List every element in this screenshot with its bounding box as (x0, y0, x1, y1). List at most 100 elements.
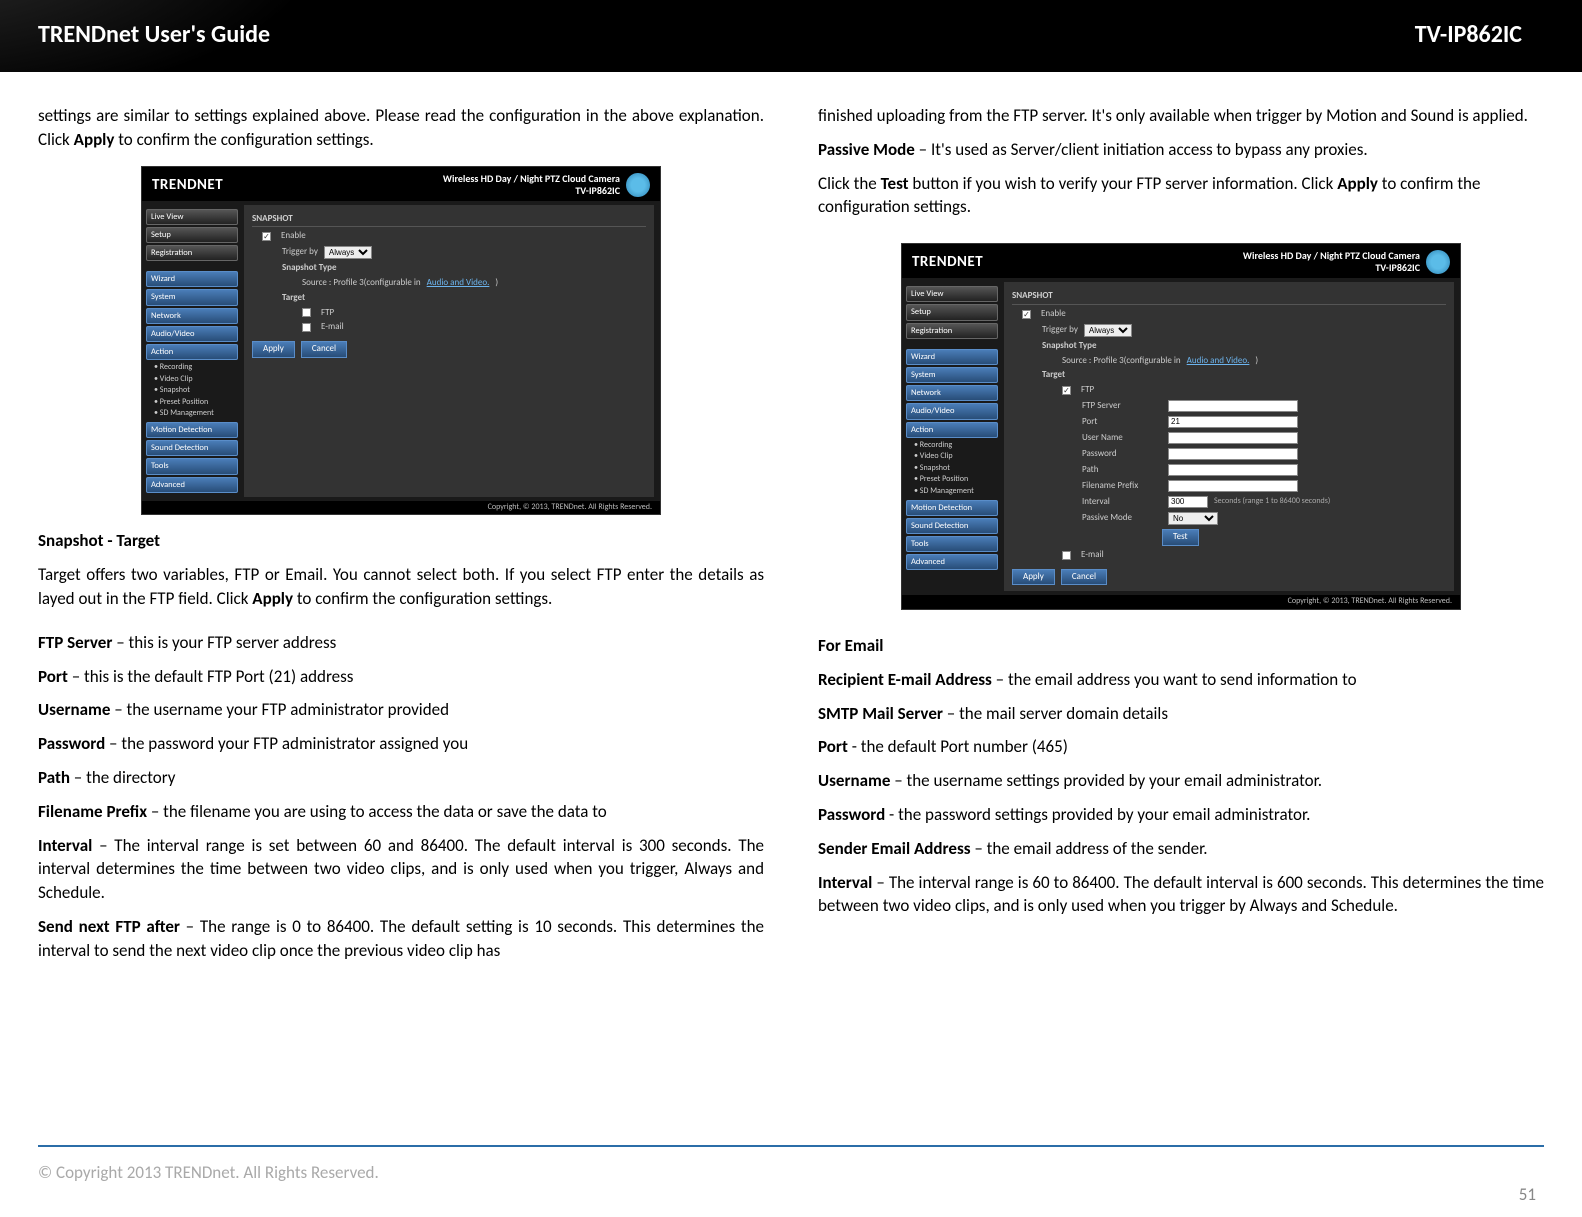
nav-audio-video[interactable]: Audio/Video (906, 403, 998, 419)
nav-sub-videoclip[interactable]: • Video Clip (146, 374, 238, 386)
def-val: – the username your FTP administrator pr… (110, 699, 449, 720)
password-input[interactable] (1168, 448, 1298, 460)
def-val: – the filename you are using to access t… (147, 801, 607, 822)
def-key: Filename Prefix (38, 801, 147, 822)
nav-system[interactable]: System (906, 367, 998, 383)
nav-live-view[interactable]: Live View (906, 286, 998, 302)
nav-wizard[interactable]: Wizard (906, 349, 998, 365)
prefix-input[interactable] (1168, 480, 1298, 492)
def-key: SMTP Mail Server (818, 703, 943, 724)
nav-action[interactable]: Action (146, 344, 238, 360)
cancel-button[interactable]: Cancel (1061, 569, 1107, 586)
nav-sub-snapshot[interactable]: • Snapshot (906, 463, 998, 475)
passive-select[interactable]: No (1168, 512, 1218, 525)
footer-separator (38, 1145, 1544, 1147)
nav-sound[interactable]: Sound Detection (906, 518, 998, 534)
enable-checkbox[interactable] (1022, 310, 1031, 319)
screenshot-footer: Copyright, © 2013, TRENDnet. All Rights … (902, 595, 1460, 609)
enable-label: Enable (1041, 309, 1066, 320)
interval-input[interactable] (1168, 496, 1208, 508)
camera-title: Wireless HD Day / Night PTZ Cloud Camera… (1243, 250, 1420, 274)
cancel-button[interactable]: Cancel (301, 341, 347, 358)
nav-registration[interactable]: Registration (906, 323, 998, 339)
def-key: Sender Email Address (818, 838, 971, 859)
source-text: Source : Profile 3(configurable in (302, 278, 421, 289)
def-val: – The interval range is set between 60 a… (38, 835, 764, 904)
def-key: Password (818, 804, 885, 825)
def-key: Passive Mode (818, 139, 915, 160)
cont-paragraph: finished uploading from the FTP server. … (818, 104, 1544, 128)
ftp-checkbox[interactable] (1062, 386, 1071, 395)
nav-registration[interactable]: Registration (146, 245, 238, 261)
apply-button[interactable]: Apply (1012, 569, 1055, 586)
def-val: – the password your FTP administrator as… (105, 733, 468, 754)
enable-checkbox[interactable] (262, 232, 271, 241)
def-val: – It's used as Server/client initiation … (915, 139, 1368, 160)
nav-network[interactable]: Network (146, 308, 238, 324)
audio-video-link[interactable]: Audio and Video. (1187, 356, 1250, 367)
nav-network[interactable]: Network (906, 385, 998, 401)
snapshot-type-label: Snapshot Type (1012, 339, 1446, 354)
def-val: – the mail server domain details (943, 703, 1168, 724)
snapshot-panel: SNAPSHOT Enable Trigger by Always Snapsh… (244, 205, 654, 497)
nav-sub-preset[interactable]: • Preset Position (146, 397, 238, 409)
nav-sub-videoclip[interactable]: • Video Clip (906, 451, 998, 463)
password-label: Password (1082, 449, 1162, 460)
port-input[interactable] (1168, 416, 1298, 428)
def-key: Username (818, 770, 890, 791)
nav-advanced[interactable]: Advanced (146, 477, 238, 493)
nav-system[interactable]: System (146, 289, 238, 305)
def-key: Recipient E-mail Address (818, 669, 992, 690)
snapshot-heading: SNAPSHOT (1012, 291, 1446, 305)
nav-live-view[interactable]: Live View (146, 209, 238, 225)
audio-video-link[interactable]: Audio and Video. (427, 278, 490, 289)
right-column: finished uploading from the FTP server. … (818, 104, 1544, 973)
path-input[interactable] (1168, 464, 1298, 476)
nav-setup[interactable]: Setup (906, 304, 998, 320)
email-checkbox[interactable] (302, 323, 311, 332)
test-button[interactable]: Test (1162, 529, 1199, 546)
nav-sub-recording[interactable]: • Recording (146, 362, 238, 374)
nav-wizard[interactable]: Wizard (146, 271, 238, 287)
email-checkbox[interactable] (1062, 551, 1071, 560)
nav-tools[interactable]: Tools (146, 458, 238, 474)
nav-sub-recording[interactable]: • Recording (906, 440, 998, 452)
nav-setup[interactable]: Setup (146, 227, 238, 243)
trigger-by-select[interactable]: Always (324, 246, 372, 259)
email-label: E-mail (1081, 550, 1104, 561)
def-val: – The interval range is 60 to 86400. The… (818, 872, 1544, 917)
nav-motion[interactable]: Motion Detection (906, 500, 998, 516)
username-input[interactable] (1168, 432, 1298, 444)
nav-audio-video[interactable]: Audio/Video (146, 326, 238, 342)
nav-sub-sd[interactable]: • SD Management (906, 486, 998, 498)
ftp-server-input[interactable] (1168, 400, 1298, 412)
nav-motion[interactable]: Motion Detection (146, 422, 238, 438)
nav-sub-preset[interactable]: • Preset Position (906, 474, 998, 486)
ftp-checkbox[interactable] (302, 308, 311, 317)
prefix-label: Filename Prefix (1082, 481, 1162, 492)
target-label: Target (252, 291, 646, 306)
text: button if you wish to verify your FTP se… (909, 173, 1338, 194)
def-key: Send next FTP after (38, 916, 180, 937)
intro-paragraph: settings are similar to settings explain… (38, 104, 764, 152)
nav-sound[interactable]: Sound Detection (146, 440, 238, 456)
text: to confirm the configuration settings. (293, 588, 552, 609)
text: Click the (818, 173, 881, 194)
def-val: – the email address of the sender. (971, 838, 1208, 859)
nav-advanced[interactable]: Advanced (906, 554, 998, 570)
def-val: – this is your FTP server address (112, 632, 336, 653)
def-key: Password (38, 733, 105, 754)
def-val: – the username settings provided by your… (890, 770, 1322, 791)
nav-tools[interactable]: Tools (906, 536, 998, 552)
nav-action[interactable]: Action (906, 422, 998, 438)
apply-button[interactable]: Apply (252, 341, 295, 358)
nav-sub-sd[interactable]: • SD Management (146, 408, 238, 420)
trigger-by-select[interactable]: Always (1084, 324, 1132, 337)
passive-label: Passive Mode (1082, 513, 1162, 524)
doc-title: TRENDnet User's Guide (38, 20, 270, 49)
username-label: User Name (1082, 433, 1162, 444)
logo: TRENDNET (912, 253, 983, 271)
nav-sub-snapshot[interactable]: • Snapshot (146, 385, 238, 397)
def-val: – this is the default FTP Port (21) addr… (68, 666, 354, 687)
enable-label: Enable (281, 231, 306, 242)
